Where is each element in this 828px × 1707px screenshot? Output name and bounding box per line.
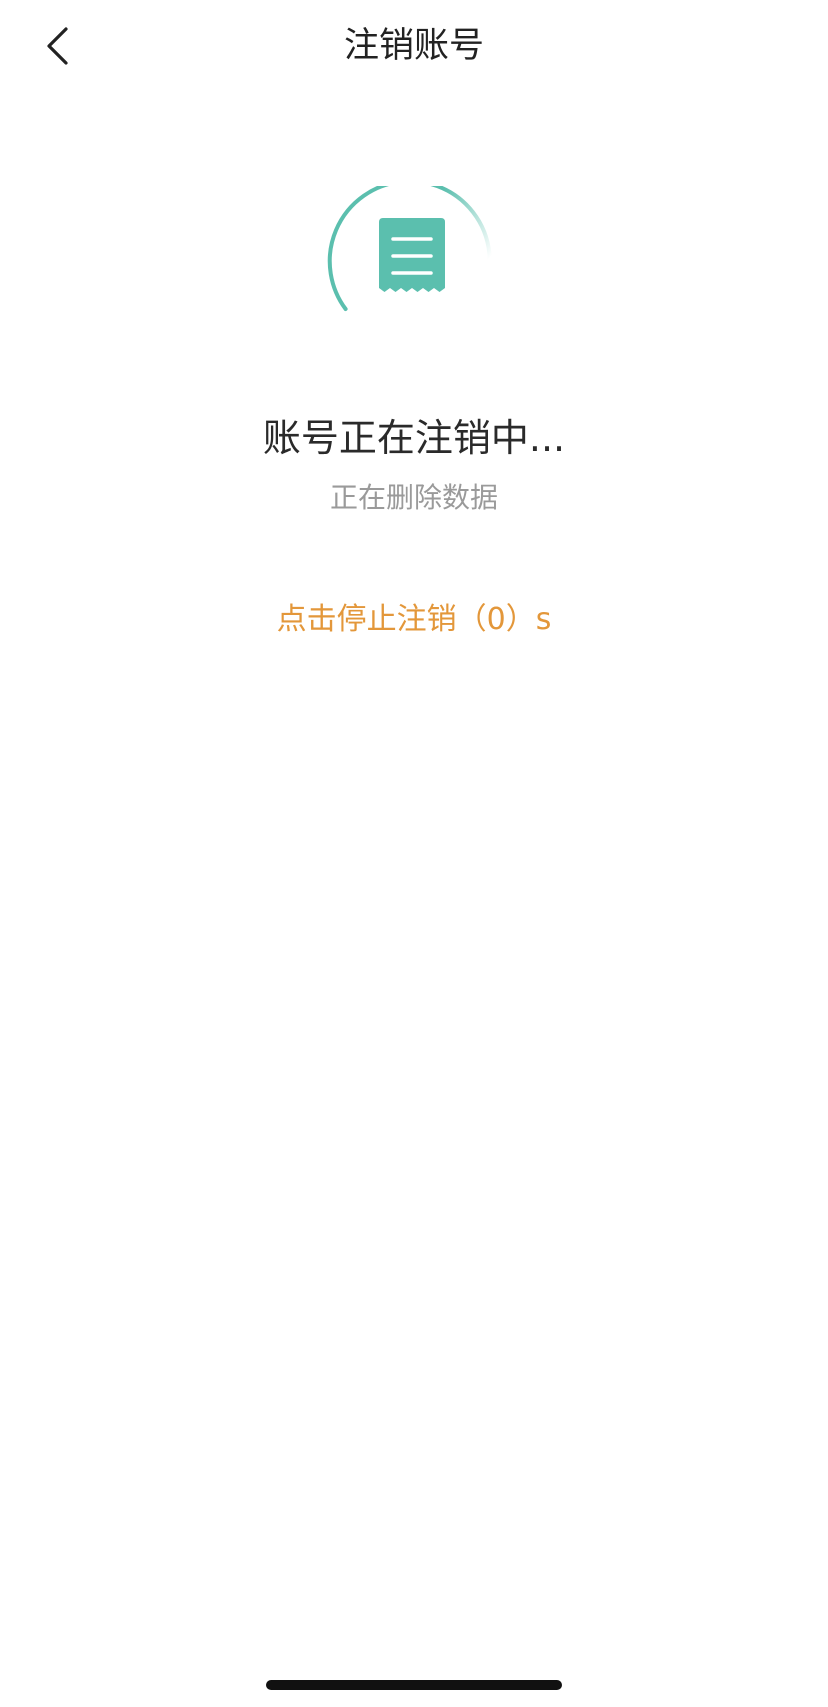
status-subtitle: 正在删除数据: [329, 481, 498, 514]
page-title: 注销账号: [343, 26, 484, 66]
navigation-bar: 注销账号: [0, 0, 828, 96]
deletion-progress-indicator: [324, 179, 500, 362]
receipt-icon: [379, 218, 445, 292]
stop-deletion-button[interactable]: 点击停止注销（0）s: [250, 592, 578, 648]
home-indicator: [266, 1680, 562, 1690]
status-title: 账号正在注销中...: [262, 416, 566, 460]
